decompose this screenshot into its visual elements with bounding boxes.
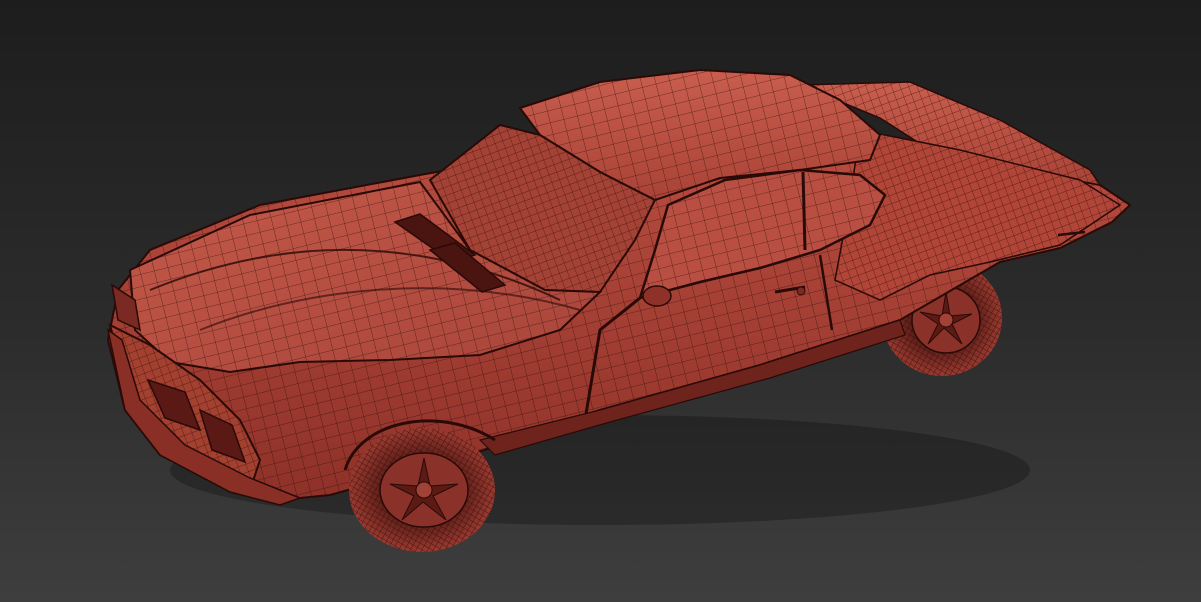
viewport-3d[interactable]	[0, 0, 1201, 602]
car-wireframe-model[interactable]	[0, 0, 1201, 602]
front-wheel	[349, 428, 495, 552]
side-mirror	[642, 285, 672, 307]
